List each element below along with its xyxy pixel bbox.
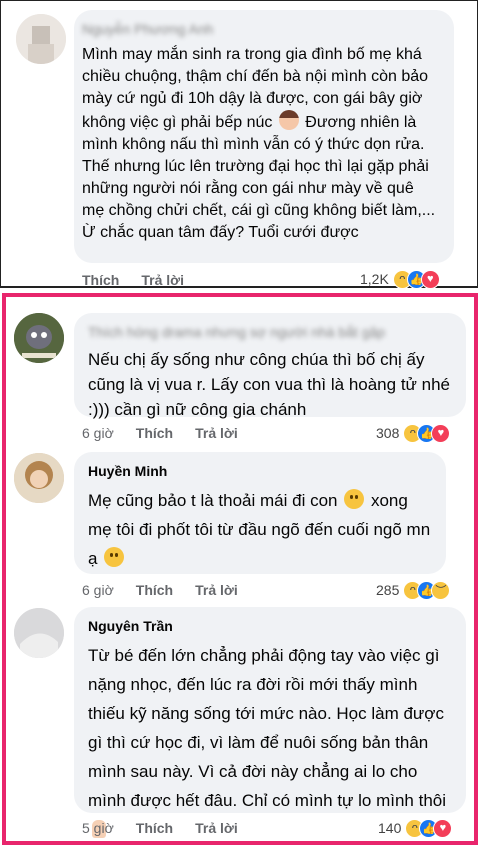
comment-text: Mẹ cũng bảo t là thoải mái đi con xong m… xyxy=(88,489,431,568)
reply-link[interactable]: Trả lời xyxy=(195,423,238,443)
reaction-summary[interactable]: 308 ᴖ 👍 ♥ xyxy=(376,422,451,444)
avatar-image xyxy=(14,608,64,658)
comment-author[interactable]: Nguyên Trần xyxy=(88,617,452,635)
reaction-summary[interactable]: 1,2K ᴖ 👍 ♥ xyxy=(360,268,440,290)
comment-time[interactable]: 6 giờ xyxy=(82,423,114,443)
avatar-image xyxy=(14,453,64,503)
love-icon: ♥ xyxy=(433,818,453,838)
comment-bubble: Huyền Minh Mẹ cũng bảo t là thoải mái đi… xyxy=(74,452,446,574)
comment-actions: 5 giờ Thích Trả lời xyxy=(82,818,260,838)
like-link[interactable]: Thích xyxy=(136,818,173,838)
love-icon: ♥ xyxy=(431,423,451,443)
avatar-image xyxy=(16,14,66,64)
comment-author[interactable]: Thích hóng drama nhưng sợ người nhà bắt … xyxy=(88,323,452,341)
person-emoji-icon xyxy=(278,110,299,130)
comment-author[interactable]: Huyền Minh xyxy=(88,462,432,480)
comment-bubble: Thích hóng drama nhưng sợ người nhà bắt … xyxy=(74,313,466,419)
love-icon: ♥ xyxy=(420,269,440,289)
reaction-count: 1,2K xyxy=(360,271,389,287)
reply-link[interactable]: Trả lời xyxy=(141,270,184,290)
comment-text: Nếu chị ấy sống như công chúa thì bố chị… xyxy=(88,350,451,419)
sad-icon: ︶ xyxy=(431,580,451,600)
avatar[interactable] xyxy=(14,313,64,363)
reply-link[interactable]: Trả lời xyxy=(195,580,238,600)
grin-emoji-icon xyxy=(104,547,125,567)
like-link[interactable]: Thích xyxy=(136,580,173,600)
like-link[interactable]: Thích xyxy=(82,270,119,290)
like-link[interactable]: Thích xyxy=(136,423,173,443)
reply-link[interactable]: Trả lời xyxy=(195,818,238,838)
reaction-count: 308 xyxy=(376,425,400,441)
comment-text: Từ bé đến lớn chẳng phải động tay vào vi… xyxy=(88,641,452,844)
avatar[interactable] xyxy=(14,608,64,658)
reaction-summary[interactable]: 285 ᴖ 👍 ︶ xyxy=(376,579,451,601)
reaction-count: 285 xyxy=(376,582,400,598)
comment-bubble: Nguyễn Phương Anh Mình may mắn sinh ra t… xyxy=(74,10,454,263)
comment-time[interactable]: 5 giờ xyxy=(82,818,114,838)
comment-author[interactable]: Nguyễn Phương Anh xyxy=(82,20,440,38)
comment-text: Mình may mắn sinh ra trong gia đình bố m… xyxy=(82,46,436,241)
reaction-count: 140 xyxy=(378,820,402,836)
comment-time[interactable]: 6 giờ xyxy=(82,580,114,600)
avatar-image xyxy=(14,313,64,363)
comment-bubble: Nguyên Trần Từ bé đến lớn chẳng phải độn… xyxy=(74,607,466,838)
smile-emoji-icon xyxy=(344,489,365,509)
avatar[interactable] xyxy=(16,14,66,64)
comment-actions: 6 giờ Thích Trả lời xyxy=(82,580,260,600)
comment-actions: Thích Trả lời xyxy=(82,270,206,290)
comment-actions: 6 giờ Thích Trả lời xyxy=(82,423,260,443)
avatar[interactable] xyxy=(14,453,64,503)
reaction-summary[interactable]: 140 ᴖ 👍 ♥ xyxy=(378,817,453,839)
